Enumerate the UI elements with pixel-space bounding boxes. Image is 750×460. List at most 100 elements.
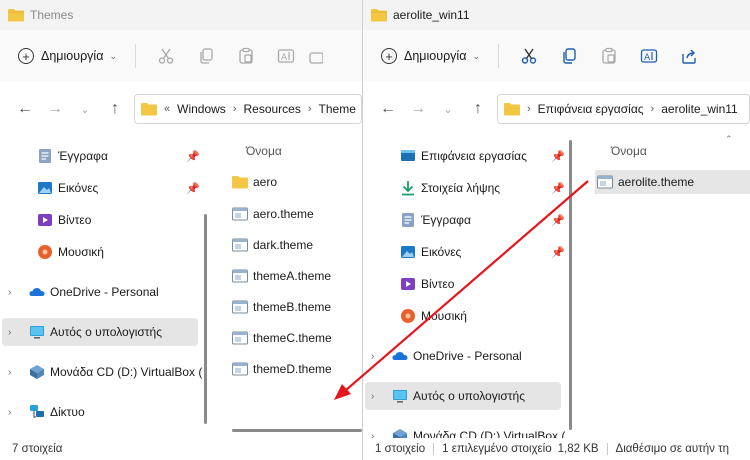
file-item-dark-theme[interactable]: dark.theme <box>232 233 313 257</box>
paste-button[interactable] <box>226 40 266 72</box>
file-item-aerolite-theme[interactable]: aerolite.theme <box>595 170 750 194</box>
nav-item-network[interactable]: › Δίκτυο <box>0 398 208 426</box>
cut-button[interactable] <box>146 40 186 72</box>
chevron-right-icon[interactable]: › <box>371 431 374 439</box>
up-button[interactable]: ↑ <box>100 94 130 124</box>
share-button[interactable] <box>669 40 709 72</box>
cd-drive-icon <box>393 429 407 438</box>
share-button[interactable] <box>306 40 326 72</box>
rename-button[interactable]: A <box>266 40 306 72</box>
address-bar[interactable]: « Windows › Resources › Theme <box>134 94 362 124</box>
cut-button[interactable] <box>509 40 549 72</box>
sort-ascending-icon[interactable]: ⌃ <box>725 134 733 145</box>
back-button[interactable]: ← <box>373 94 403 124</box>
nav-item-documents[interactable]: Έγγραφα 📌 <box>363 206 573 234</box>
plus-icon: + <box>381 48 397 64</box>
nav-item-music[interactable]: Μουσική <box>0 238 208 266</box>
paste-button[interactable] <box>589 40 629 72</box>
chevron-right-icon[interactable]: › <box>8 407 11 418</box>
breadcrumb-windows[interactable]: Windows <box>177 102 226 116</box>
new-button-label: Δημιουργία <box>41 49 104 63</box>
file-list-scrollbar[interactable] <box>232 429 362 432</box>
up-button[interactable]: ↑ <box>463 94 493 124</box>
column-header-name[interactable]: Όνομα <box>246 144 282 158</box>
title-bar[interactable]: Themes <box>0 0 362 30</box>
chevron-right-icon[interactable]: › <box>371 391 374 402</box>
chevron-right-icon[interactable]: › <box>8 367 11 378</box>
title-bar[interactable]: aerolite_win11 <box>363 0 750 30</box>
nav-item-videos[interactable]: Βίντεο <box>0 206 208 234</box>
breadcrumb-resources[interactable]: Resources <box>243 102 300 116</box>
file-name: themeB.theme <box>253 300 332 314</box>
file-item-themeA-theme[interactable]: themeA.theme <box>232 264 331 288</box>
nav-item-this-pc[interactable]: › Αυτός ο υπολογιστής <box>365 382 561 410</box>
videos-icon <box>401 278 415 290</box>
nav-item-label: Μουσική <box>421 309 467 323</box>
breadcrumb-aerolite[interactable]: aerolite_win11 <box>661 102 738 116</box>
desktop-icon <box>401 150 415 161</box>
chevron-right-icon[interactable]: › <box>527 103 531 115</box>
nav-item-label: Μονάδα CD (D:) VirtualBox ( <box>413 429 566 438</box>
availability-status: Διαθέσιμο σε αυτήν τη <box>615 443 730 455</box>
nav-item-videos[interactable]: Βίντεο <box>363 270 573 298</box>
item-count: 1 στοιχείο <box>375 443 426 455</box>
forward-button[interactable]: → <box>40 94 70 124</box>
nav-item-this-pc[interactable]: › Αυτός ο υπολογιστής <box>2 318 198 346</box>
recent-locations-button[interactable]: ⌄ <box>70 94 100 124</box>
nav-item-label: OneDrive - Personal <box>50 285 159 299</box>
chevron-down-icon: ⌄ <box>80 103 90 116</box>
pictures-icon <box>401 246 415 258</box>
pin-icon: 📌 <box>551 246 565 259</box>
command-bar: + Δημιουργία ⌄ A <box>363 30 750 82</box>
copy-button[interactable] <box>549 40 589 72</box>
chevron-right-icon[interactable]: › <box>233 103 237 115</box>
nav-item-pictures[interactable]: Εικόνες 📌 <box>363 238 573 266</box>
breadcrumb-desktop[interactable]: Επιφάνεια εργασίας <box>538 102 644 116</box>
file-name: themeA.theme <box>253 269 332 283</box>
nav-item-onedrive[interactable]: › OneDrive - Personal <box>363 342 573 370</box>
file-item-aero-theme[interactable]: aero.theme <box>232 202 314 226</box>
chevron-down-icon: ⌄ <box>472 50 480 61</box>
folder-icon <box>232 176 248 189</box>
chevron-right-icon[interactable]: › <box>308 103 312 115</box>
breadcrumb-overflow[interactable]: « <box>164 103 170 115</box>
copy-button[interactable] <box>186 40 226 72</box>
new-button[interactable]: + Δημιουργία ⌄ <box>10 41 125 71</box>
address-bar[interactable]: › Επιφάνεια εργασίας › aerolite_win11 <box>497 94 750 124</box>
copy-icon <box>563 48 576 64</box>
nav-item-music[interactable]: Μουσική <box>363 302 573 330</box>
file-item-aero-folder[interactable]: aero <box>232 170 277 194</box>
forward-button[interactable]: → <box>403 94 433 124</box>
column-header-name[interactable]: Όνομα <box>611 144 647 158</box>
nav-item-onedrive[interactable]: › OneDrive - Personal <box>0 278 208 306</box>
cut-icon <box>158 48 174 64</box>
address-row: ← → ⌄ ↑ › Επιφάνεια εργασίας › aerolite_… <box>363 86 750 132</box>
file-name: aero <box>253 175 278 189</box>
recent-locations-button[interactable]: ⌄ <box>433 94 463 124</box>
chevron-right-icon[interactable]: › <box>8 287 11 298</box>
file-item-themeC-theme[interactable]: themeC.theme <box>232 326 332 350</box>
arrow-up-icon: ↑ <box>111 100 119 117</box>
nav-item-cd-drive[interactable]: › Μονάδα CD (D:) VirtualBox ( <box>0 358 208 386</box>
nav-item-downloads[interactable]: Στοιχεία λήψης 📌 <box>363 174 573 202</box>
file-item-themeB-theme[interactable]: themeB.theme <box>232 295 331 319</box>
cd-drive-icon <box>30 365 44 379</box>
chevron-right-icon[interactable]: › <box>651 103 655 115</box>
nav-item-documents[interactable]: Έγγραφα 📌 <box>0 142 208 170</box>
nav-item-label: Εικόνες <box>421 245 462 259</box>
navigation-pane: Επιφάνεια εργασίας 📌 Στοιχεία λήψης 📌 Έγ… <box>363 132 573 438</box>
back-button[interactable]: ← <box>10 94 40 124</box>
chevron-right-icon[interactable]: › <box>371 351 374 362</box>
nav-item-cd-drive[interactable]: › Μονάδα CD (D:) VirtualBox ( <box>363 422 573 438</box>
file-item-themeD-theme[interactable]: themeD.theme <box>232 357 332 381</box>
nav-item-desktop[interactable]: Επιφάνεια εργασίας 📌 <box>363 142 573 170</box>
breadcrumb-themes[interactable]: Theme <box>319 102 356 116</box>
new-button[interactable]: + Δημιουργία ⌄ <box>373 41 488 71</box>
share-icon <box>682 49 696 64</box>
rename-button[interactable]: A <box>629 40 669 72</box>
navigation-scrollbar[interactable] <box>204 214 207 424</box>
navigation-scrollbar[interactable] <box>569 140 572 430</box>
nav-item-pictures[interactable]: Εικόνες 📌 <box>0 174 208 202</box>
file-name: themeC.theme <box>253 331 332 345</box>
chevron-right-icon[interactable]: › <box>8 327 11 338</box>
